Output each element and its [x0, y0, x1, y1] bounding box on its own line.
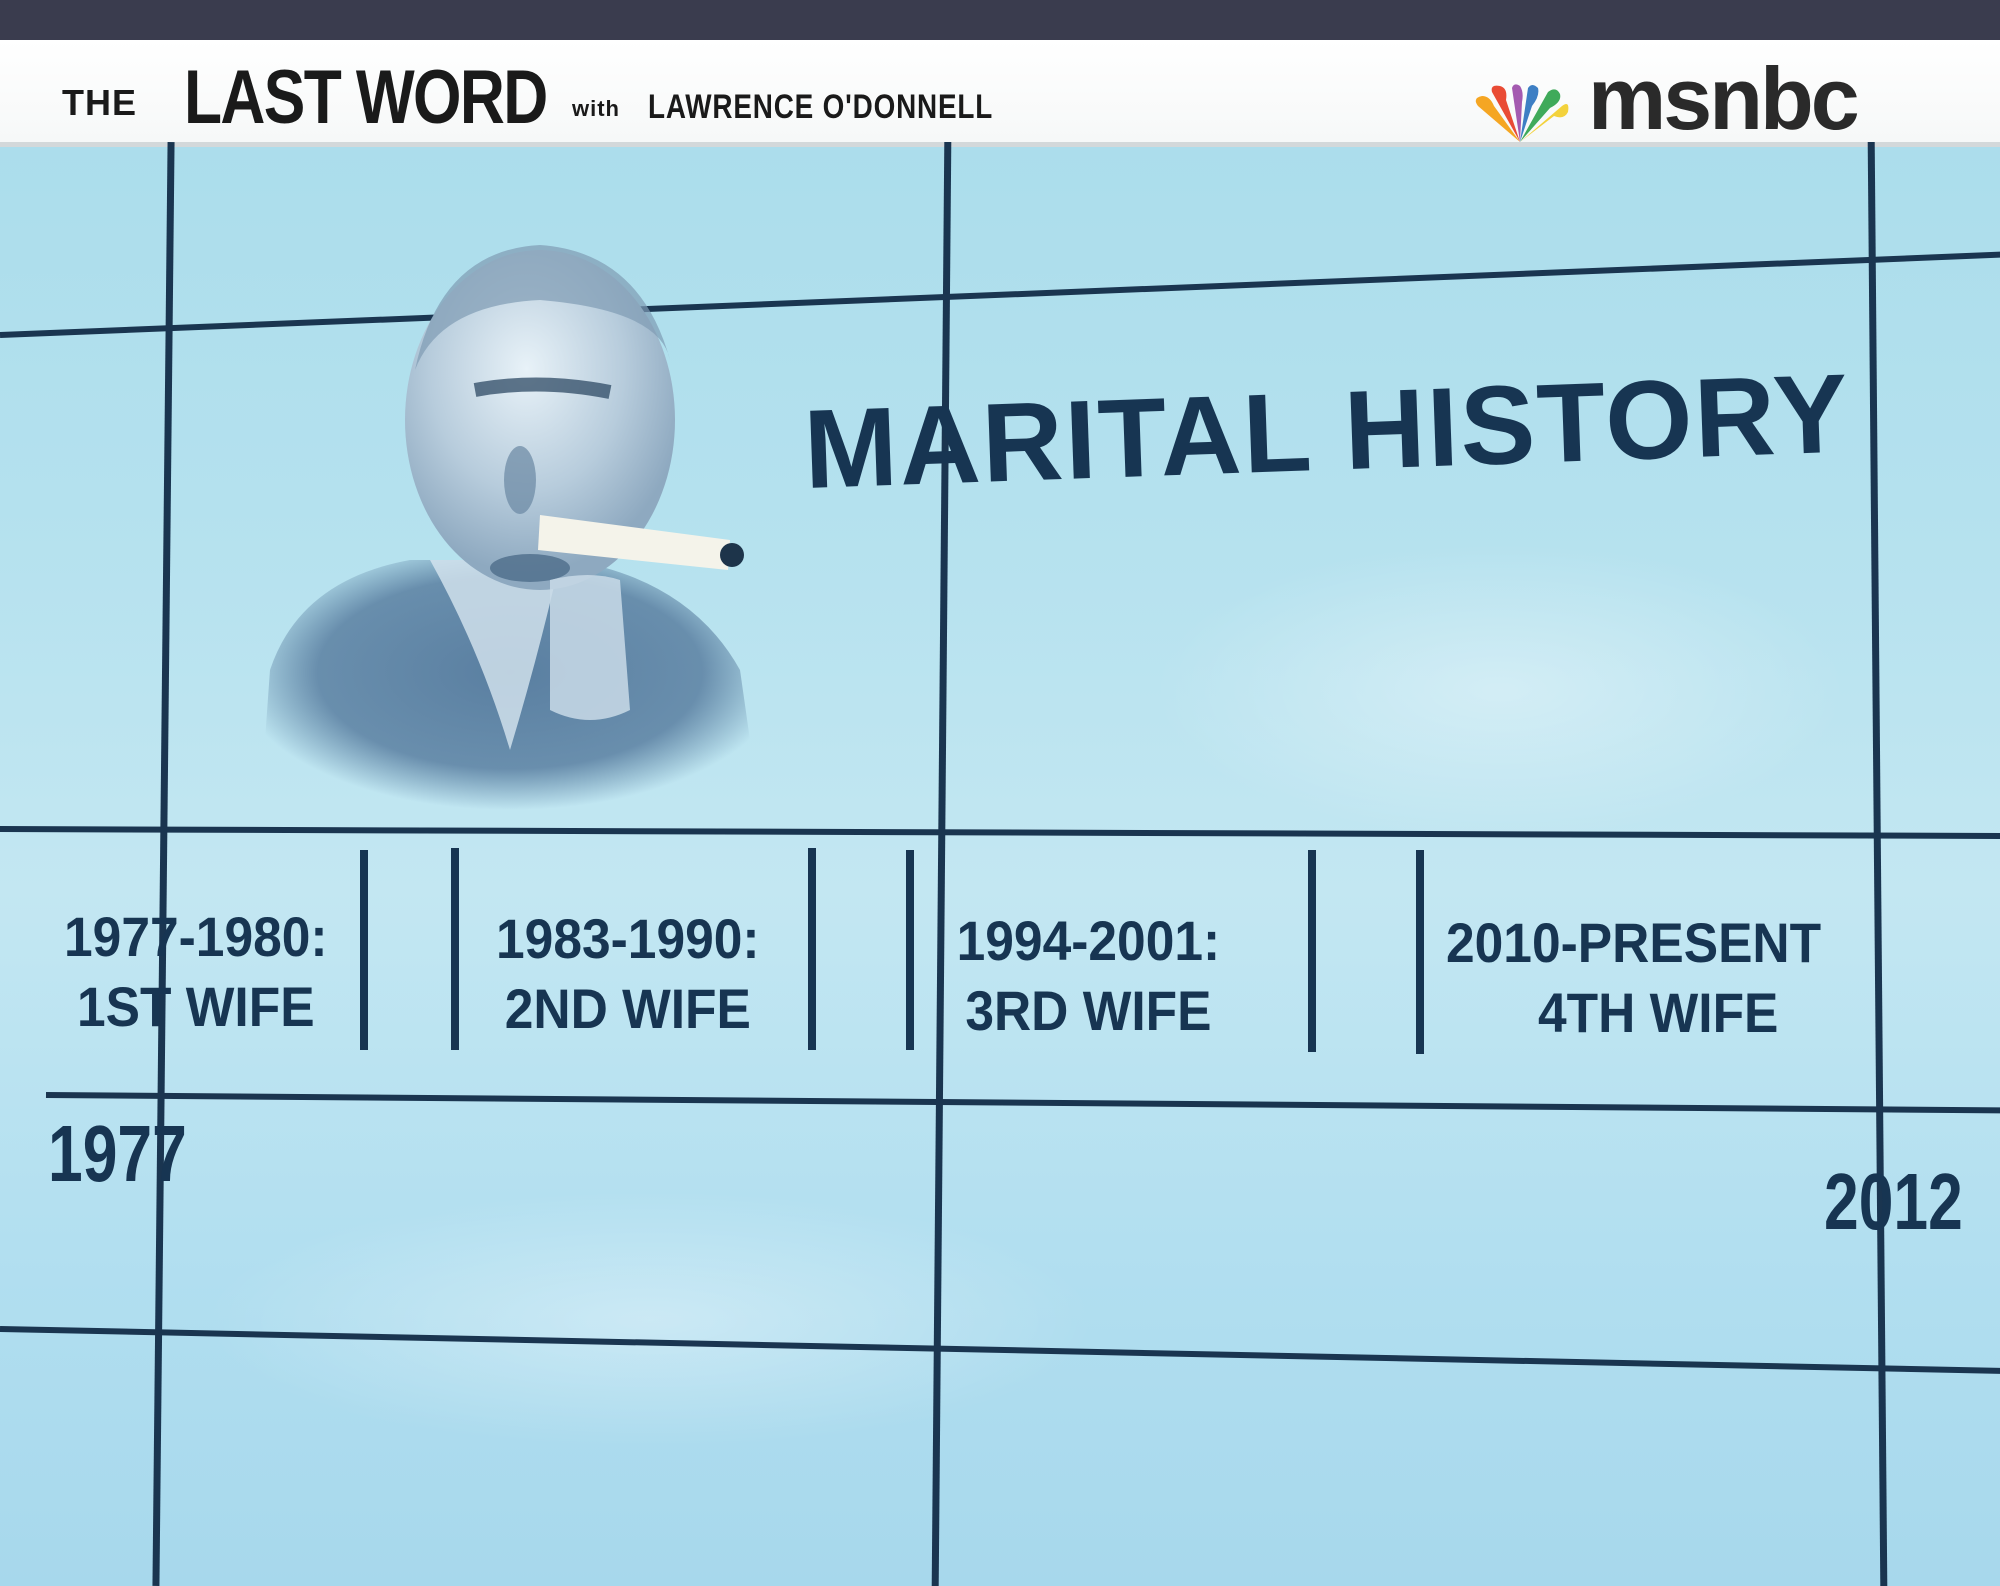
period-separator	[1308, 850, 1316, 1052]
tv-screen: THE LAST WORD with LAWRENCE O'DONNELL ms…	[0, 40, 2000, 1586]
show-banner: THE LAST WORD with LAWRENCE O'DONNELL ms…	[0, 40, 2000, 148]
marriage-period: 1983-1990: 2ND WIFE	[476, 904, 780, 1044]
timeline-end-year: 2012	[1824, 1157, 1963, 1246]
show-title: LAST WORD	[184, 55, 548, 140]
show-title-with: with	[572, 96, 620, 121]
screen-glare	[1150, 540, 1850, 840]
period-label: 2ND WIFE	[504, 977, 751, 1040]
timeline-start-year: 1977	[48, 1109, 187, 1198]
portrait-photo	[260, 245, 760, 810]
period-label: 4TH WIFE	[1538, 981, 1779, 1044]
graphic-headline: MARITAL HISTORY	[801, 350, 1852, 512]
network-name: msnbc	[1588, 49, 1860, 148]
timeline-axis	[45, 1092, 2000, 1114]
show-title-the: THE	[62, 82, 137, 123]
period-range: 2010-PRESENT	[1446, 911, 1822, 974]
frame-vertical-line	[152, 142, 175, 1586]
marriage-period: 1994-2001: 3RD WIFE	[932, 906, 1245, 1046]
period-separator	[906, 850, 914, 1050]
period-range: 1994-2001:	[956, 909, 1221, 972]
peacock-logo-icon	[1475, 84, 1569, 142]
period-separator	[808, 848, 816, 1050]
marriage-period: 2010-PRESENT 4TH WIFE	[1446, 908, 1961, 1048]
period-separator	[1416, 850, 1424, 1054]
period-label: 1ST WIFE	[77, 975, 315, 1038]
marriage-period: 1977-1980: 1ST WIFE	[44, 902, 348, 1042]
period-range: 1983-1990:	[496, 907, 760, 970]
show-host-name: LAWRENCE O'DONNELL	[648, 88, 994, 126]
period-label: 3RD WIFE	[965, 979, 1212, 1042]
screen-glare	[200, 1190, 1100, 1450]
period-separator	[451, 848, 459, 1050]
period-separator	[360, 850, 368, 1050]
period-range: 1977-1980:	[64, 905, 328, 968]
